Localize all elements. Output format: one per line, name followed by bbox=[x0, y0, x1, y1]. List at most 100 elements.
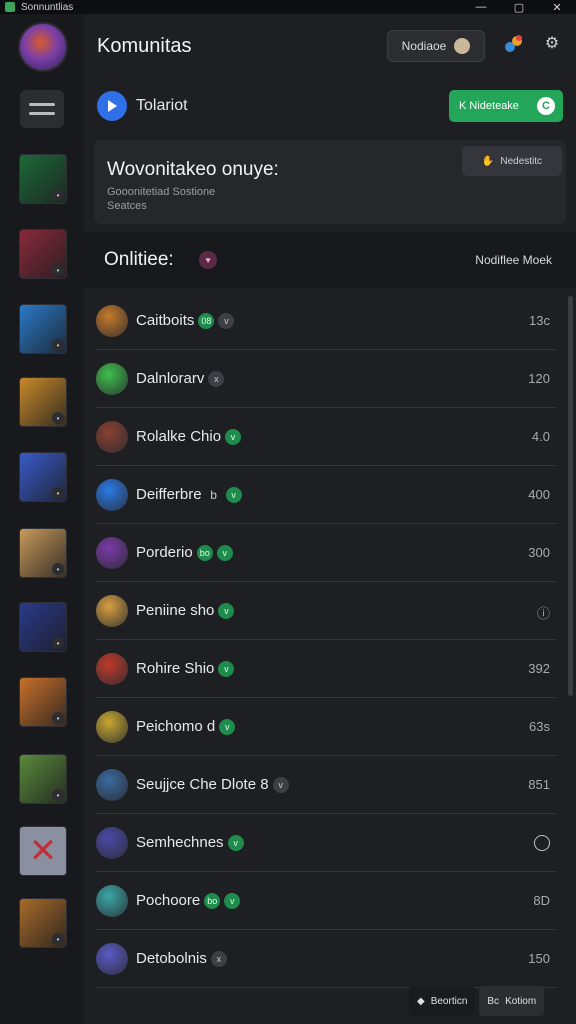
banner-title: Wovonitakeo onuye: bbox=[107, 159, 279, 180]
member-value: 300 bbox=[528, 545, 550, 560]
server-icon[interactable]: • bbox=[19, 377, 67, 427]
member-avatar bbox=[96, 885, 128, 917]
member-avatar bbox=[96, 363, 128, 395]
member-row[interactable]: Porderio bo v 300 bbox=[96, 524, 556, 582]
member-name: Detobolnis x bbox=[136, 950, 227, 968]
bottom-action-first[interactable]: ◆ Beorticn bbox=[409, 986, 476, 1016]
banner-action-button[interactable]: ✋ Nedestitc bbox=[462, 146, 562, 176]
server-icon[interactable]: • bbox=[19, 602, 67, 652]
close-button[interactable]: ✕ bbox=[538, 0, 576, 14]
member-avatar bbox=[96, 653, 128, 685]
member-value: 392 bbox=[528, 661, 550, 676]
maximize-button[interactable]: ▢ bbox=[500, 0, 538, 14]
member-row[interactable]: Deifferbre b v 400 bbox=[96, 466, 556, 524]
server-status-icon: • bbox=[52, 264, 64, 276]
server-icon[interactable]: ✕ bbox=[19, 826, 67, 876]
user-avatar[interactable] bbox=[18, 22, 68, 72]
settings-gear-icon[interactable]: ⚙ bbox=[542, 34, 562, 54]
server-icon[interactable]: • bbox=[19, 528, 67, 578]
section-title: Onlitiee: bbox=[104, 249, 174, 270]
member-status-badge: bo bbox=[204, 893, 221, 910]
server-status-icon: • bbox=[52, 487, 64, 499]
minimize-button[interactable]: — bbox=[462, 0, 500, 14]
member-row[interactable]: Peichomo d v 63s bbox=[96, 698, 556, 756]
member-name: Pochoore bo v bbox=[136, 892, 241, 910]
member-name: Peniine sho v bbox=[136, 602, 235, 620]
header: Komunitas Nodiaoe ⚙ bbox=[84, 14, 576, 78]
member-list: Caitboits 08 v 13c Dalnlorarv x 120 Rolalke Chi… bbox=[96, 292, 556, 988]
header-action-label: Nodiaoe bbox=[401, 39, 447, 53]
member-name-text: Detobolnis bbox=[136, 950, 207, 967]
server-icon[interactable]: • bbox=[19, 452, 67, 502]
member-value: 8D bbox=[533, 893, 550, 908]
member-status-badge: v bbox=[219, 719, 236, 736]
bottom-action-second[interactable]: Bc Kotiom bbox=[479, 986, 545, 1016]
welcome-banner: Wovonitakeo onuye: Gooonitetiad Sostione… bbox=[94, 140, 566, 224]
member-value: 851 bbox=[528, 777, 550, 792]
member-name-text: Porderio bbox=[136, 544, 193, 561]
server-icon[interactable]: • bbox=[19, 677, 67, 727]
refresh-icon: C bbox=[537, 97, 555, 115]
member-value: 4.0 bbox=[531, 429, 550, 444]
member-avatar bbox=[96, 769, 128, 801]
header-action-button[interactable]: Nodiaoe bbox=[387, 30, 485, 62]
server-status-icon: • bbox=[52, 789, 64, 801]
section-filter-link[interactable]: Nodiflee Moek bbox=[475, 253, 552, 267]
member-row[interactable]: Caitboits 08 v 13c bbox=[96, 292, 556, 350]
bottom-action-second-label: Kotiom bbox=[505, 995, 537, 1007]
status-circle-icon bbox=[534, 835, 550, 851]
member-avatar bbox=[96, 421, 128, 453]
member-row[interactable]: Semhechnes v bbox=[96, 814, 556, 872]
server-status-icon: • bbox=[52, 933, 64, 945]
member-name: Semhechnes v bbox=[136, 834, 244, 852]
member-status-badge: v bbox=[225, 487, 242, 504]
member-name: Rolalke Chio v bbox=[136, 428, 242, 446]
server-icon[interactable]: • bbox=[19, 304, 67, 354]
menu-icon-line bbox=[29, 103, 55, 106]
server-icon[interactable]: • bbox=[19, 754, 67, 804]
member-name: Peichomo dv bbox=[136, 718, 236, 736]
member-name: Deifferbre b v bbox=[136, 486, 242, 504]
member-name: Seujjce Che Dlote 8v bbox=[136, 776, 289, 794]
activity-icon[interactable] bbox=[502, 32, 526, 56]
member-row[interactable]: Pochoore bo v 8D bbox=[96, 872, 556, 930]
member-row[interactable]: Peniine sho v ⓘ bbox=[96, 582, 556, 640]
member-status-badge: v bbox=[216, 545, 233, 562]
member-status-badge: v bbox=[224, 893, 241, 910]
server-icon[interactable]: • bbox=[19, 898, 67, 948]
menu-button[interactable] bbox=[20, 90, 64, 128]
member-name-text: Dalnlorarv bbox=[136, 370, 205, 387]
join-button[interactable]: K Nideteake C bbox=[449, 90, 563, 122]
hand-icon: ✋ bbox=[481, 155, 495, 167]
server-status-icon: • bbox=[52, 563, 64, 575]
member-avatar bbox=[96, 827, 128, 859]
bookmark-icon: ◆ bbox=[417, 995, 425, 1007]
member-name-text: Semhechnes bbox=[136, 834, 224, 851]
paw-icon bbox=[454, 38, 471, 54]
member-row[interactable]: Rolalke Chio v 4.0 bbox=[96, 408, 556, 466]
member-avatar bbox=[96, 537, 128, 569]
member-status-badge: x bbox=[210, 951, 227, 968]
window-controls: — ▢ ✕ bbox=[462, 0, 576, 14]
member-row[interactable]: Rohire Shio v 392 bbox=[96, 640, 556, 698]
member-name: Dalnlorarv x bbox=[136, 370, 225, 388]
member-row[interactable]: Seujjce Che Dlote 8 v 851 bbox=[96, 756, 556, 814]
member-value: 400 bbox=[528, 487, 550, 502]
window-title: Sonnuntlias bbox=[21, 1, 74, 13]
banner-subtitle-2: Seatces bbox=[107, 200, 147, 212]
member-name: Rohire Shio v bbox=[136, 660, 235, 678]
member-row[interactable]: Detobolnis x 150 bbox=[96, 930, 556, 988]
server-icon[interactable]: • bbox=[19, 229, 67, 279]
member-status-badge: v bbox=[227, 835, 244, 852]
member-avatar bbox=[96, 711, 128, 743]
menu-icon-line bbox=[29, 112, 55, 115]
title-bar: Sonnuntlias — ▢ ✕ bbox=[0, 0, 576, 14]
bottom-action-second-prefix: Bc bbox=[487, 995, 500, 1007]
member-row[interactable]: Dalnlorarv x 120 bbox=[96, 350, 556, 408]
member-name-text: Peichomo d bbox=[136, 718, 216, 735]
server-icon[interactable]: • bbox=[19, 154, 67, 204]
member-status-badge: 08 bbox=[198, 313, 215, 330]
scrollbar[interactable] bbox=[568, 296, 573, 696]
play-icon[interactable] bbox=[97, 91, 127, 121]
member-avatar bbox=[96, 943, 128, 975]
